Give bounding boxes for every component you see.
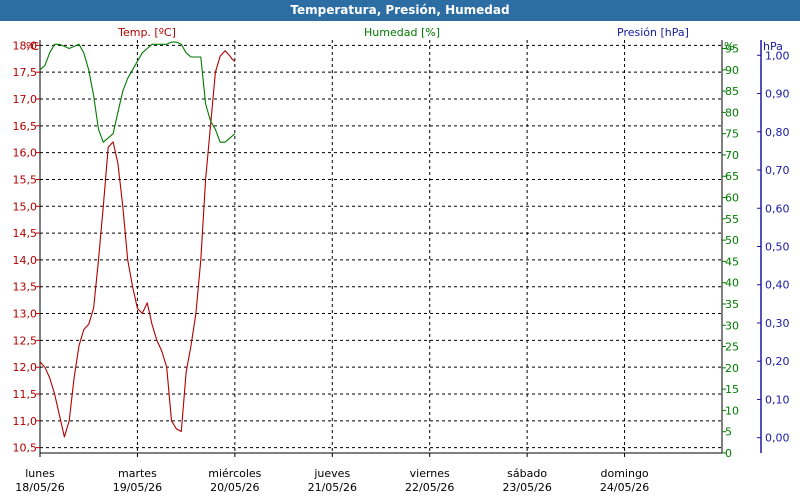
- temperature-tick-label: 10,5: [13, 442, 38, 455]
- day-date-label: 23/05/26: [502, 481, 551, 494]
- pressure-tick-label: 0,30: [765, 317, 790, 330]
- temperature-tick-label: 11,5: [13, 388, 38, 401]
- temperature-tick-label: 13,0: [13, 308, 38, 321]
- day-date-label: 22/05/26: [405, 481, 454, 494]
- grid-layer: [40, 40, 722, 453]
- day-date-label: 24/05/26: [600, 481, 649, 494]
- pressure-tick-label: 1,00: [765, 49, 790, 62]
- humidity-tick-label: 85: [725, 85, 739, 98]
- humidity-axis-title: Humedad [%]: [364, 26, 440, 39]
- pressure-tick-label: 0,20: [765, 355, 790, 368]
- temperature-axis-title: Temp. [ºC]: [117, 26, 176, 39]
- humidity-tick-label: 30: [725, 319, 739, 332]
- day-date-label: 21/05/26: [308, 481, 357, 494]
- day-name-label: sábado: [507, 467, 547, 480]
- temperature-tick-label: 17,0: [13, 93, 38, 106]
- day-name-label: domingo: [600, 467, 648, 480]
- temperature-tick-label: 16,5: [13, 120, 38, 133]
- pressure-tick-label: 0,10: [765, 393, 790, 406]
- humidity-tick-label: 15: [725, 383, 739, 396]
- pressure-tick-label: 0,90: [765, 88, 790, 101]
- temperature-tick-label: 12,0: [13, 361, 38, 374]
- window-title: Temperatura, Presión, Humedad: [290, 3, 510, 17]
- pressure-tick-label: 0,70: [765, 164, 790, 177]
- day-name-label: viernes: [410, 467, 450, 480]
- temperature-tick-label: 15,5: [13, 173, 38, 186]
- temperature-tick-label: 11,0: [13, 415, 38, 428]
- chart-panel: Temp. [ºC] Humedad [%] Presión [hPa] ºC …: [0, 21, 800, 500]
- day-name-label: lunes: [25, 467, 55, 480]
- humidity-tick-label: 45: [725, 255, 739, 268]
- temperature-tick-label: 12,5: [13, 334, 38, 347]
- humidity-tick-label: 70: [725, 149, 739, 162]
- temperature-tick-label: 15,0: [13, 200, 38, 213]
- humidity-tick-label: 80: [725, 106, 739, 119]
- temperature-tick-label: 14,5: [13, 227, 38, 240]
- humidity-tick-label: 50: [725, 234, 739, 247]
- temperature-tick-label: 14,0: [13, 254, 38, 267]
- pressure-tick-label: 0,50: [765, 241, 790, 254]
- day-date-label: 20/05/26: [210, 481, 259, 494]
- temperature-tick-label: 18,0: [13, 39, 38, 52]
- day-name-label: jueves: [313, 467, 350, 480]
- humidity-tick-label: 55: [725, 213, 739, 226]
- pressure-axis-title: Presión [hPa]: [617, 26, 689, 39]
- humidity-tick-label: 0: [725, 447, 732, 460]
- humidity-series-line: [39, 41, 236, 143]
- day-date-label: 18/05/26: [15, 481, 64, 494]
- pressure-tick-label: 0,60: [765, 202, 790, 215]
- humidity-tick-label: 95: [725, 43, 739, 56]
- humidity-tick-label: 20: [725, 362, 739, 375]
- humidity-tick-label: 65: [725, 170, 739, 183]
- weather-chart: Temp. [ºC] Humedad [%] Presión [hPa] ºC …: [13, 26, 790, 494]
- humidity-tick-label: 10: [725, 404, 739, 417]
- day-name-label: martes: [118, 467, 157, 480]
- title-bar: Temperatura, Presión, Humedad: [0, 0, 800, 22]
- temperature-tick-label: 13,5: [13, 281, 38, 294]
- day-name-label: miércoles: [208, 467, 261, 480]
- humidity-tick-label: 90: [725, 64, 739, 77]
- temperature-tick-label: 17,5: [13, 66, 38, 79]
- pressure-tick-label: 0,80: [765, 126, 790, 139]
- humidity-tick-label: 75: [725, 128, 739, 141]
- humidity-tick-label: 25: [725, 341, 739, 354]
- humidity-tick-label: 60: [725, 192, 739, 205]
- pressure-tick-label: 0,00: [765, 432, 790, 445]
- humidity-tick-label: 5: [725, 426, 732, 439]
- pressure-tick-label: 0,40: [765, 279, 790, 292]
- humidity-tick-label: 35: [725, 298, 739, 311]
- temperature-tick-label: 16,0: [13, 147, 38, 160]
- humidity-tick-label: 40: [725, 277, 739, 290]
- chart-window: Temperatura, Presión, Humedad Temp. [ºC]…: [0, 0, 800, 500]
- day-date-label: 19/05/26: [113, 481, 162, 494]
